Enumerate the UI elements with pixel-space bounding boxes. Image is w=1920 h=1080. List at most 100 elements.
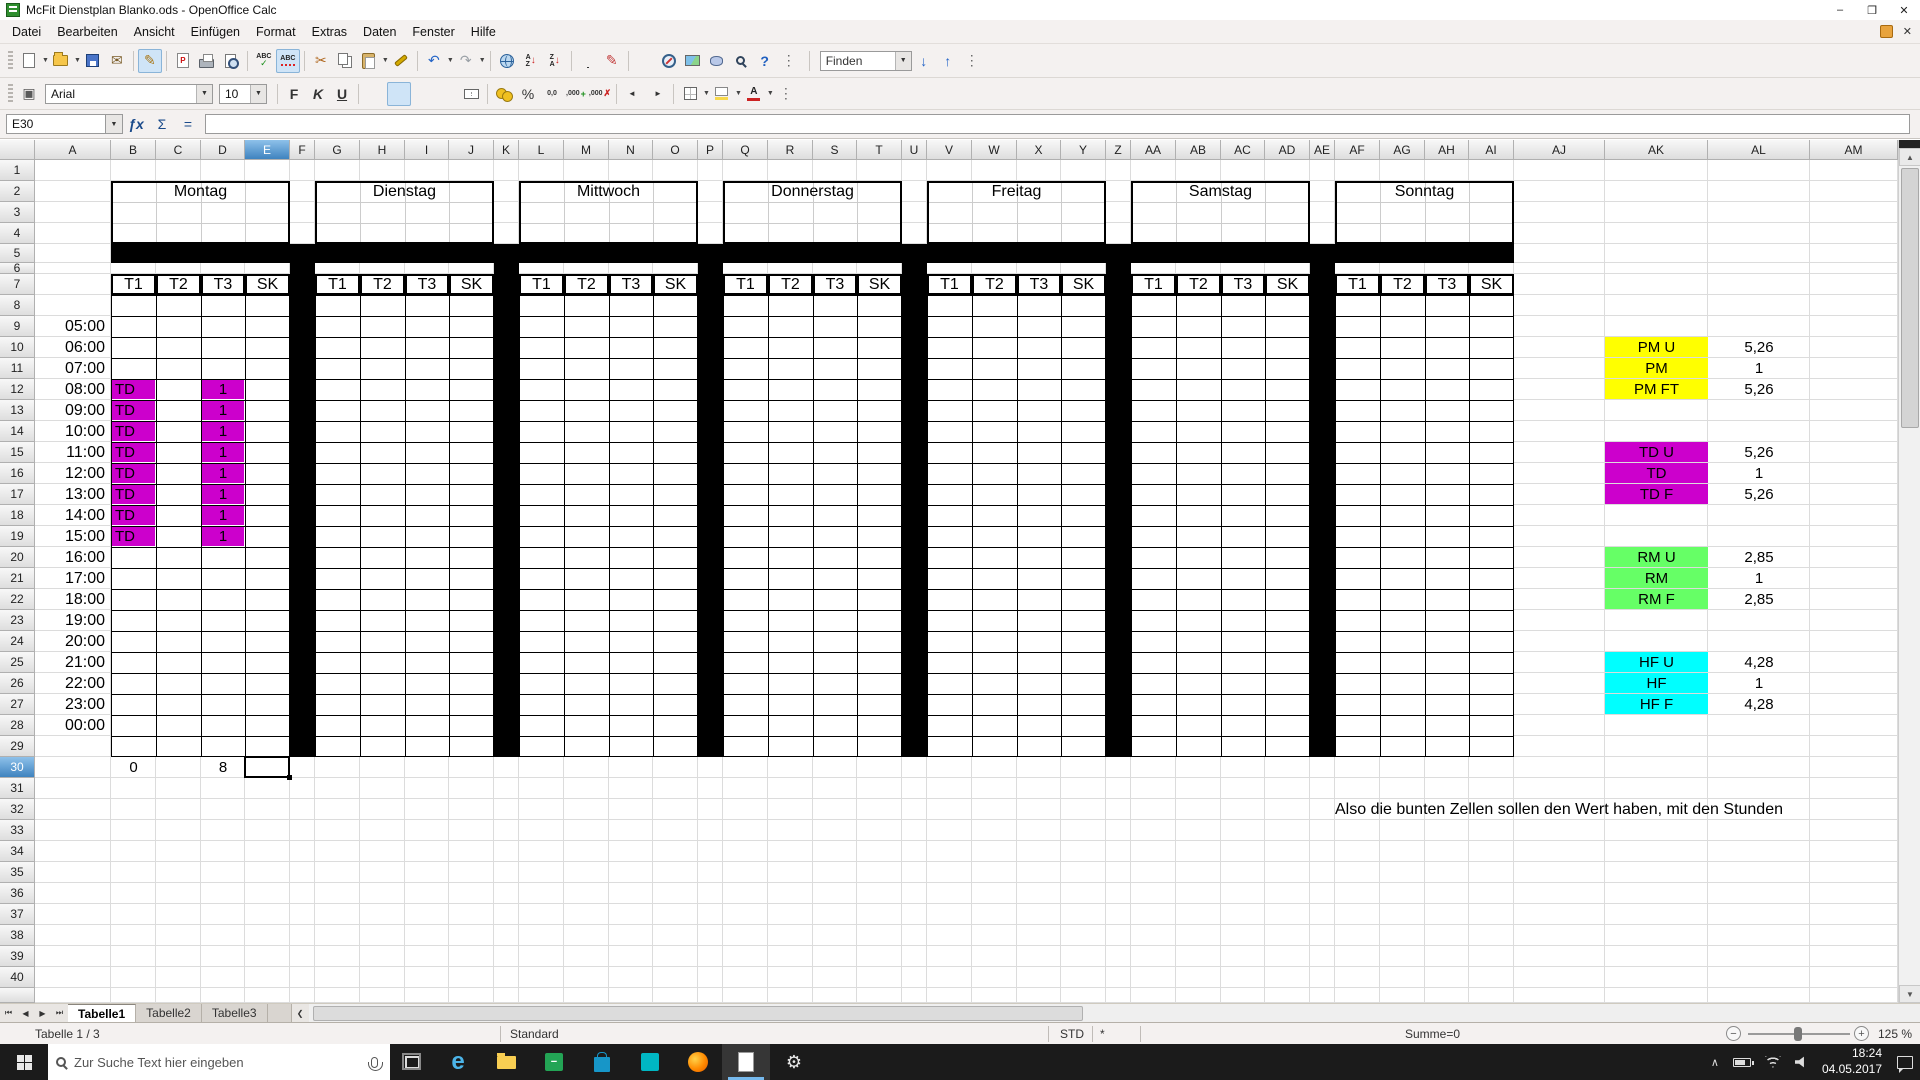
day-header-montag[interactable]: Montag — [111, 181, 290, 202]
legend-cell-HF[interactable]: HF — [1605, 673, 1708, 693]
time-cell-A11[interactable]: 07:00 — [35, 358, 111, 379]
new-document-icon-dropdown[interactable]: ▼ — [42, 57, 49, 64]
row-header-18[interactable]: 18 — [0, 505, 35, 526]
next-sheet-icon[interactable]: ▶ — [34, 1004, 51, 1022]
schedule-cell-B19[interactable]: TD — [112, 527, 155, 546]
cell-reference-box[interactable]: E30 — [6, 114, 106, 134]
find-next-icon[interactable]: ↓ — [912, 49, 936, 73]
shift-header-sonntag-sk[interactable]: SK — [1469, 274, 1514, 295]
toolbar-more-icon[interactable]: ⋮ — [774, 82, 798, 106]
tab-scroll-left-icon[interactable]: ❮ — [292, 1004, 309, 1022]
first-sheet-icon[interactable]: ⏮ — [0, 1004, 17, 1022]
italic-icon[interactable]: K — [306, 82, 330, 106]
legend-cell-TD-F[interactable]: TD F — [1605, 484, 1708, 504]
shift-header-dienstag-sk[interactable]: SK — [449, 274, 494, 295]
last-sheet-icon[interactable]: ⏭ — [51, 1004, 68, 1022]
column-header-T[interactable]: T — [857, 140, 902, 160]
row-header-30[interactable]: 30 — [0, 757, 35, 778]
schedule-cell-B18[interactable]: TD — [112, 506, 155, 525]
help-icon[interactable]: ? — [753, 49, 777, 73]
column-header-Q[interactable]: Q — [723, 140, 768, 160]
legend-value-PM[interactable]: 1 — [1708, 358, 1810, 378]
sheet-tab-tabelle2[interactable]: Tabelle2 — [136, 1004, 202, 1022]
row-header-15[interactable]: 15 — [0, 442, 35, 463]
legend-value-RM-U[interactable]: 2,85 — [1708, 547, 1810, 567]
scroll-up-icon[interactable]: ▲ — [1899, 148, 1920, 166]
column-header-N[interactable]: N — [609, 140, 653, 160]
day-header-dienstag[interactable]: Dienstag — [315, 181, 494, 202]
navigator-icon[interactable] — [657, 49, 681, 73]
email-icon[interactable]: ✉ — [105, 49, 129, 73]
shift-header-dienstag-t1[interactable]: T1 — [315, 274, 360, 295]
schedule-cell-B12[interactable]: TD — [112, 380, 155, 399]
shift-header-sonntag-t3[interactable]: T3 — [1425, 274, 1469, 295]
time-cell-A9[interactable]: 05:00 — [35, 316, 111, 337]
shift-header-freitag-t1[interactable]: T1 — [927, 274, 972, 295]
time-cell-A19[interactable]: 15:00 — [35, 526, 111, 547]
redo-icon-dropdown[interactable]: ▼ — [479, 57, 486, 64]
taskbar-app-edge[interactable]: e — [434, 1044, 482, 1080]
copy-icon[interactable] — [333, 49, 357, 73]
row-header-19[interactable]: 19 — [0, 526, 35, 547]
shift-header-samstag-t3[interactable]: T3 — [1221, 274, 1265, 295]
percent-format-icon[interactable]: % — [516, 82, 540, 106]
shift-header-donnerstag-sk[interactable]: SK — [857, 274, 902, 295]
align-right-icon[interactable] — [411, 82, 435, 106]
formula-input[interactable] — [205, 114, 1910, 134]
find-replace-icon[interactable] — [633, 49, 657, 73]
previous-sheet-icon[interactable]: ◀ — [17, 1004, 34, 1022]
maximize-button[interactable]: ❐ — [1856, 0, 1888, 20]
legend-value-PM-U[interactable]: 5,26 — [1708, 337, 1810, 357]
legend-cell-TD[interactable]: TD — [1605, 463, 1708, 483]
shift-header-donnerstag-t3[interactable]: T3 — [813, 274, 857, 295]
font-size-select[interactable]: 10▼ — [219, 84, 267, 104]
row-header-29[interactable]: 29 — [0, 736, 35, 757]
page-preview-icon[interactable] — [219, 49, 243, 73]
menu-bearbeiten[interactable]: Bearbeiten — [49, 25, 125, 39]
column-header-A[interactable]: A — [35, 140, 111, 160]
format-paintbrush-icon[interactable] — [389, 49, 413, 73]
undo-icon-dropdown[interactable]: ▼ — [447, 57, 454, 64]
time-cell-A27[interactable]: 23:00 — [35, 694, 111, 715]
toolbar-overflow-icon[interactable]: ⋮ — [960, 49, 984, 73]
legend-cell-PM-FT[interactable]: PM FT — [1605, 379, 1708, 399]
draw-functions-icon[interactable]: ✎ — [600, 49, 624, 73]
menu-format[interactable]: Format — [248, 25, 304, 39]
wifi-icon[interactable] — [1758, 1044, 1788, 1080]
row-header-32[interactable]: 32 — [0, 799, 35, 820]
sum-cell-D30[interactable]: 8 — [201, 757, 245, 778]
time-cell-A15[interactable]: 11:00 — [35, 442, 111, 463]
time-cell-A18[interactable]: 14:00 — [35, 505, 111, 526]
column-header-U[interactable]: U — [902, 140, 927, 160]
scrollbar-split-handle[interactable] — [1899, 140, 1920, 148]
menu-ansicht[interactable]: Ansicht — [126, 25, 183, 39]
row-header-13[interactable]: 13 — [0, 400, 35, 421]
legend-cell-TD-U[interactable]: TD U — [1605, 442, 1708, 462]
legend-value-TD-F[interactable]: 5,26 — [1708, 484, 1810, 504]
font-color-icon-dropdown[interactable]: ▼ — [767, 90, 774, 97]
time-cell-A13[interactable]: 09:00 — [35, 400, 111, 421]
scroll-down-icon[interactable]: ▼ — [1899, 985, 1920, 1003]
add-decimal-icon[interactable]: ,000+ — [564, 82, 588, 106]
shift-header-mittwoch-t1[interactable]: T1 — [519, 274, 564, 295]
shift-header-sonntag-t2[interactable]: T2 — [1380, 274, 1425, 295]
row-header-28[interactable]: 28 — [0, 715, 35, 736]
column-header-P[interactable]: P — [698, 140, 723, 160]
row-header-11[interactable]: 11 — [0, 358, 35, 379]
legend-cell-HF-U[interactable]: HF U — [1605, 652, 1708, 672]
decrease-indent-icon[interactable]: ◄ — [621, 82, 645, 106]
shift-header-donnerstag-t1[interactable]: T1 — [723, 274, 768, 295]
taskbar-app-firefox[interactable] — [674, 1044, 722, 1080]
column-header-E[interactable]: E — [245, 140, 290, 160]
column-header-C[interactable]: C — [156, 140, 201, 160]
column-header-Z[interactable]: Z — [1106, 140, 1131, 160]
day-header-mittwoch[interactable]: Mittwoch — [519, 181, 698, 202]
schedule-cell-D15[interactable]: 1 — [202, 443, 244, 462]
row-header-14[interactable]: 14 — [0, 421, 35, 442]
column-header-AL[interactable]: AL — [1708, 140, 1810, 160]
find-input[interactable]: Finden▼ — [820, 51, 912, 71]
schedule-cell-D13[interactable]: 1 — [202, 401, 244, 420]
schedule-cell-B16[interactable]: TD — [112, 464, 155, 483]
sort-ascending-icon[interactable]: AZ↓ — [519, 49, 543, 73]
select-all-corner[interactable] — [0, 140, 35, 160]
